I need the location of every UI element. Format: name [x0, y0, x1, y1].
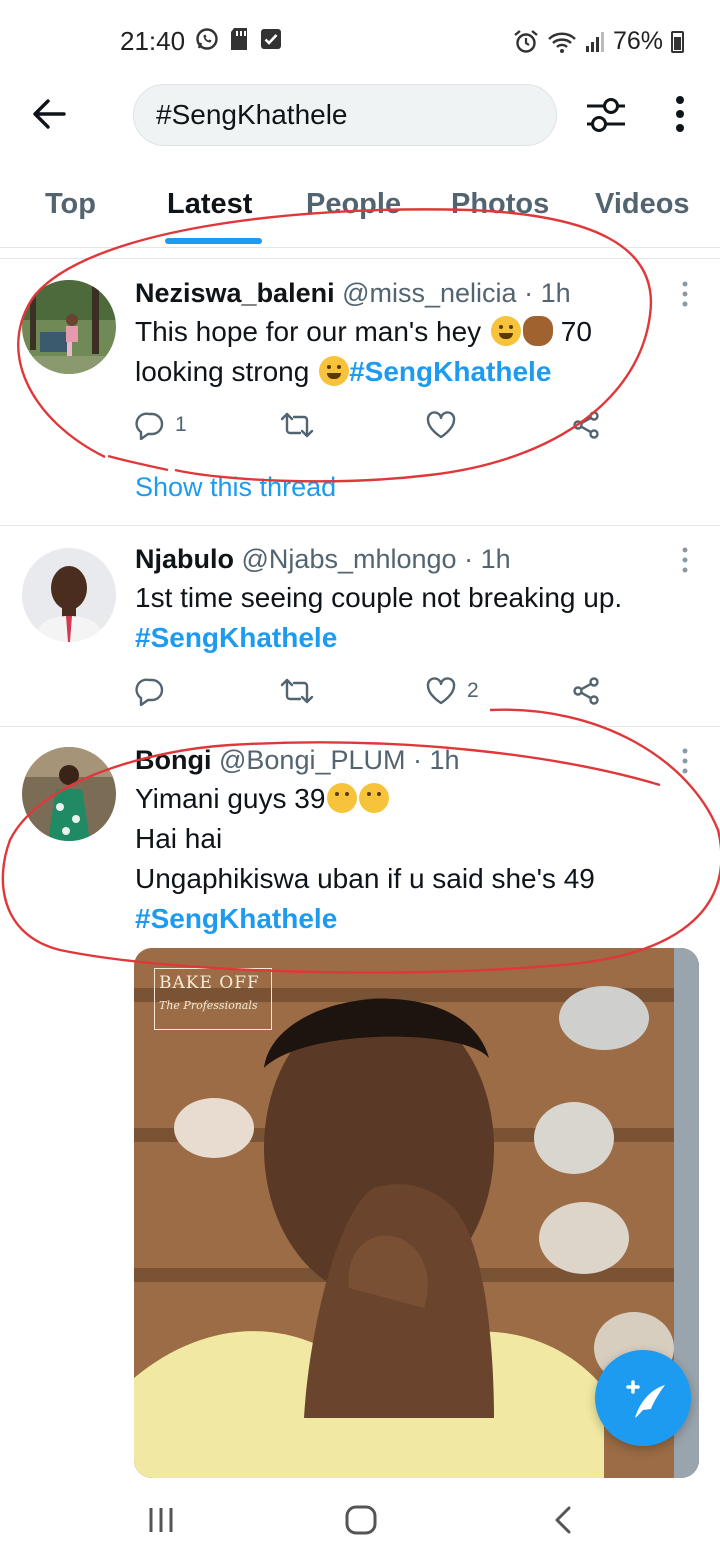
- heart-icon: [426, 411, 456, 439]
- tweet-text: This hope for our man's hey 70 looking s…: [135, 316, 592, 387]
- home-icon: [345, 1505, 377, 1535]
- tweet-author-handle[interactable]: @Njabs_mhlongo: [242, 544, 457, 574]
- raised-eyebrow-emoji-icon: [327, 783, 358, 813]
- separator-dot: ·: [413, 745, 423, 775]
- grinning-sweat-emoji-icon: [319, 356, 350, 386]
- retweet-icon: [280, 678, 314, 704]
- avatar[interactable]: [22, 548, 116, 642]
- like-button[interactable]: [425, 410, 457, 440]
- tweet-menu-icon[interactable]: [680, 546, 690, 574]
- hashtag-link[interactable]: #SengKhathele: [135, 903, 337, 934]
- hashtag-link[interactable]: #SengKhathele: [349, 356, 551, 387]
- tweet-text: Yimani guys 39 Hai hai Ungaphikiswa uban…: [135, 783, 595, 934]
- avatar[interactable]: [22, 280, 116, 374]
- more-vertical-icon: [676, 96, 684, 132]
- like-button[interactable]: 2: [425, 676, 479, 706]
- search-query: #SengKhathele: [156, 99, 348, 130]
- tweet-author-handle[interactable]: @Bongi_PLUM: [219, 745, 406, 775]
- retweet-button[interactable]: [280, 410, 314, 440]
- tab-top[interactable]: Top: [45, 188, 96, 221]
- avatar[interactable]: [22, 747, 116, 841]
- system-nav-bar: [0, 1478, 720, 1560]
- like-count: 2: [467, 679, 479, 702]
- tweet-menu-icon[interactable]: [680, 280, 690, 308]
- share-icon: [573, 411, 599, 439]
- recents-button[interactable]: [143, 1504, 179, 1536]
- share-icon: [573, 677, 599, 705]
- compose-tweet-icon: [626, 1380, 665, 1418]
- tab-people[interactable]: People: [306, 188, 401, 221]
- share-button[interactable]: [570, 410, 602, 440]
- tweet-actions: 2: [135, 676, 605, 708]
- home-button[interactable]: [343, 1504, 379, 1536]
- arrow-left-icon: [33, 99, 66, 129]
- reply-icon: [135, 412, 164, 440]
- tweet[interactable]: Njabulo @Njabs_mhlongo · 1h 1st time see…: [0, 526, 720, 726]
- system-back-button[interactable]: [546, 1504, 582, 1536]
- back-icon: [555, 1506, 571, 1534]
- retweet-icon: [280, 412, 314, 438]
- show-thread-link[interactable]: Show this thread: [135, 472, 336, 503]
- search-input[interactable]: #SengKhathele: [133, 84, 557, 146]
- reply-button[interactable]: 1: [135, 410, 187, 440]
- tweet-time: 1h: [480, 544, 511, 574]
- tweet-author-name[interactable]: Bongi: [135, 745, 211, 775]
- tweet[interactable]: Neziswa_baleni @miss_nelicia · 1h This h…: [0, 260, 720, 525]
- sd-card-icon: [231, 28, 247, 50]
- compose-tweet-button[interactable]: [595, 1350, 691, 1446]
- astonished-emoji-icon: [359, 783, 390, 813]
- tweet-menu-icon[interactable]: [680, 747, 690, 775]
- tweet-text: 1st time seeing couple not breaking up. …: [135, 582, 623, 653]
- recents-icon: [149, 1508, 173, 1532]
- tweet-actions: 1: [135, 410, 605, 442]
- retweet-button[interactable]: [280, 676, 314, 706]
- battery-percent: 76%: [612, 27, 663, 55]
- battery-icon: [671, 30, 684, 53]
- whatsapp-icon: [196, 28, 218, 50]
- tweet-author-handle[interactable]: @miss_nelicia: [342, 278, 516, 308]
- reply-count: 1: [175, 413, 187, 436]
- divider: [0, 258, 720, 259]
- separator-dot: ·: [464, 544, 474, 574]
- tab-videos[interactable]: Videos: [595, 188, 690, 221]
- joy-emoji-icon: [490, 316, 521, 346]
- tweet-author-name[interactable]: Neziswa_baleni: [135, 278, 335, 308]
- reply-icon: [135, 678, 164, 706]
- tab-photos[interactable]: Photos: [451, 188, 549, 221]
- back-button[interactable]: [28, 90, 72, 138]
- signal-icon: [585, 31, 604, 52]
- search-tabs: Top Latest People Photos Videos: [0, 170, 720, 248]
- reply-button[interactable]: [135, 676, 165, 706]
- status-time: 21:40: [120, 26, 186, 56]
- check-square-icon: [261, 29, 281, 49]
- tweet-time: 1h: [429, 745, 460, 775]
- more-options-button[interactable]: [668, 94, 692, 136]
- alarm-icon: [514, 29, 538, 53]
- status-bar: 21:40 76%: [0, 0, 720, 80]
- sliders-icon: [587, 98, 625, 132]
- crossed-fingers-emoji-icon: [522, 316, 553, 346]
- tweet-author-name[interactable]: Njabulo: [135, 544, 234, 574]
- search-filter-button[interactable]: [583, 94, 629, 136]
- heart-icon: [426, 677, 456, 705]
- separator-dot: ·: [524, 278, 534, 308]
- tweet-time: 1h: [540, 278, 571, 308]
- active-tab-indicator: [165, 238, 262, 244]
- tab-latest[interactable]: Latest: [167, 188, 252, 221]
- share-button[interactable]: [570, 676, 602, 706]
- wifi-icon: [548, 32, 576, 53]
- media-watermark-logo: BAKE OFF The Professionals: [154, 968, 272, 1030]
- hashtag-link[interactable]: #SengKhathele: [135, 622, 337, 653]
